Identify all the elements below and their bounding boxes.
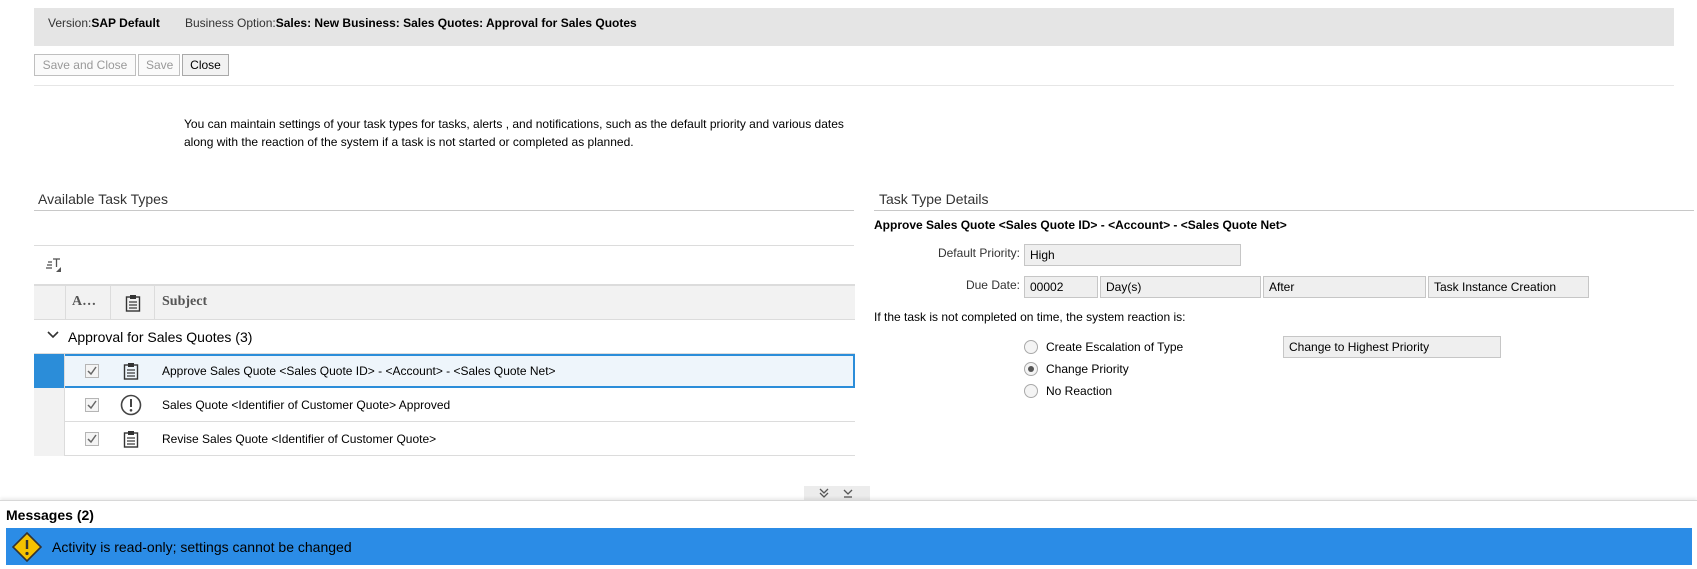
chevron-down-icon[interactable] [46, 328, 60, 342]
available-task-types-title: Available Task Types [38, 191, 168, 207]
version-label: Version:SAP Default [48, 16, 160, 30]
message-item[interactable]: Activity is read-only; settings cannot b… [6, 528, 1692, 565]
active-checkbox[interactable] [85, 432, 99, 446]
details-title-divider [874, 210, 1694, 211]
group-row[interactable]: Approval for Sales Quotes (3) [34, 320, 855, 354]
available-title-divider [34, 210, 854, 211]
radio-label-no-reaction: No Reaction [1046, 384, 1113, 398]
column-header-subject[interactable]: Subject [155, 286, 855, 320]
details-subject: Approve Sales Quote <Sales Quote ID> - <… [874, 218, 1287, 232]
default-priority-field[interactable]: High [1024, 244, 1241, 266]
toolbar-divider [34, 85, 1674, 86]
radio-label-create-escalation: Create Escalation of Type [1046, 340, 1184, 354]
warning-icon [12, 532, 42, 562]
intro-text: You can maintain settings of your task t… [184, 117, 844, 149]
save-button[interactable]: Save [138, 54, 180, 76]
row-selector[interactable] [34, 354, 65, 388]
due-date-label: Due Date: [965, 278, 1020, 292]
alert-icon [120, 394, 142, 416]
escalation-type-field[interactable]: Change to Highest Priority [1283, 336, 1501, 358]
column-header-icon[interactable] [111, 286, 155, 320]
messages-panel: Messages (2) Activity is read-only; sett… [0, 500, 1697, 569]
row-selector[interactable] [34, 388, 65, 422]
clipboard-icon [123, 431, 139, 448]
table-row[interactable]: Sales Quote <Identifier of Customer Quot… [34, 388, 855, 422]
double-chevron-down-icon[interactable] [818, 487, 830, 499]
clipboard-icon [123, 363, 139, 380]
row-selector[interactable] [34, 422, 65, 456]
clipboard-icon [125, 295, 141, 312]
version-value: SAP Default [91, 16, 160, 30]
save-and-close-button[interactable]: Save and Close [34, 54, 136, 76]
default-priority-label: Default Priority: [937, 246, 1020, 260]
table-header: A… Subject [34, 284, 855, 320]
row-subject: Sales Quote <Identifier of Customer Quot… [162, 398, 451, 412]
checkmark-icon [87, 434, 97, 444]
due-date-amount-field[interactable]: 00002 [1024, 276, 1098, 298]
business-option-value: Sales: New Business: Sales Quotes: Appro… [275, 16, 637, 30]
panel-splitter[interactable] [804, 486, 870, 500]
due-date-relation-field[interactable]: After [1263, 276, 1426, 298]
filter-row [34, 216, 854, 246]
business-option-label: Business Option:Sales: New Business: Sal… [185, 16, 637, 30]
checkmark-icon [87, 366, 97, 376]
active-checkbox[interactable] [85, 398, 99, 412]
column-header-active[interactable]: A… [66, 286, 111, 320]
message-text: Activity is read-only; settings cannot b… [52, 539, 352, 555]
table-row[interactable]: Revise Sales Quote <Identifier of Custom… [34, 422, 855, 456]
radio-no-reaction[interactable] [1024, 384, 1038, 398]
selection-column-header [34, 286, 66, 320]
radio-create-escalation[interactable] [1024, 340, 1038, 354]
due-date-event-field[interactable]: Task Instance Creation [1428, 276, 1589, 298]
header-bar: Version:SAP Default Business Option:Sale… [34, 8, 1674, 46]
checkmark-icon [87, 400, 97, 410]
table-row[interactable]: Approve Sales Quote <Sales Quote ID> - <… [34, 354, 855, 388]
row-subject: Approve Sales Quote <Sales Quote ID> - <… [162, 364, 556, 378]
sort-icon[interactable] [44, 256, 64, 274]
messages-title: Messages (2) [6, 507, 94, 523]
group-label: Approval for Sales Quotes (3) [68, 329, 253, 345]
radio-change-priority[interactable] [1024, 362, 1038, 376]
reaction-label: If the task is not completed on time, th… [874, 310, 1186, 324]
close-button[interactable]: Close [182, 54, 229, 76]
radio-label-change-priority: Change Priority [1046, 362, 1129, 376]
due-date-unit-field[interactable]: Day(s) [1100, 276, 1261, 298]
row-subject: Revise Sales Quote <Identifier of Custom… [162, 432, 437, 446]
task-type-details-title: Task Type Details [879, 191, 989, 207]
collapse-bottom-icon[interactable] [842, 487, 854, 499]
active-checkbox[interactable] [85, 364, 99, 378]
